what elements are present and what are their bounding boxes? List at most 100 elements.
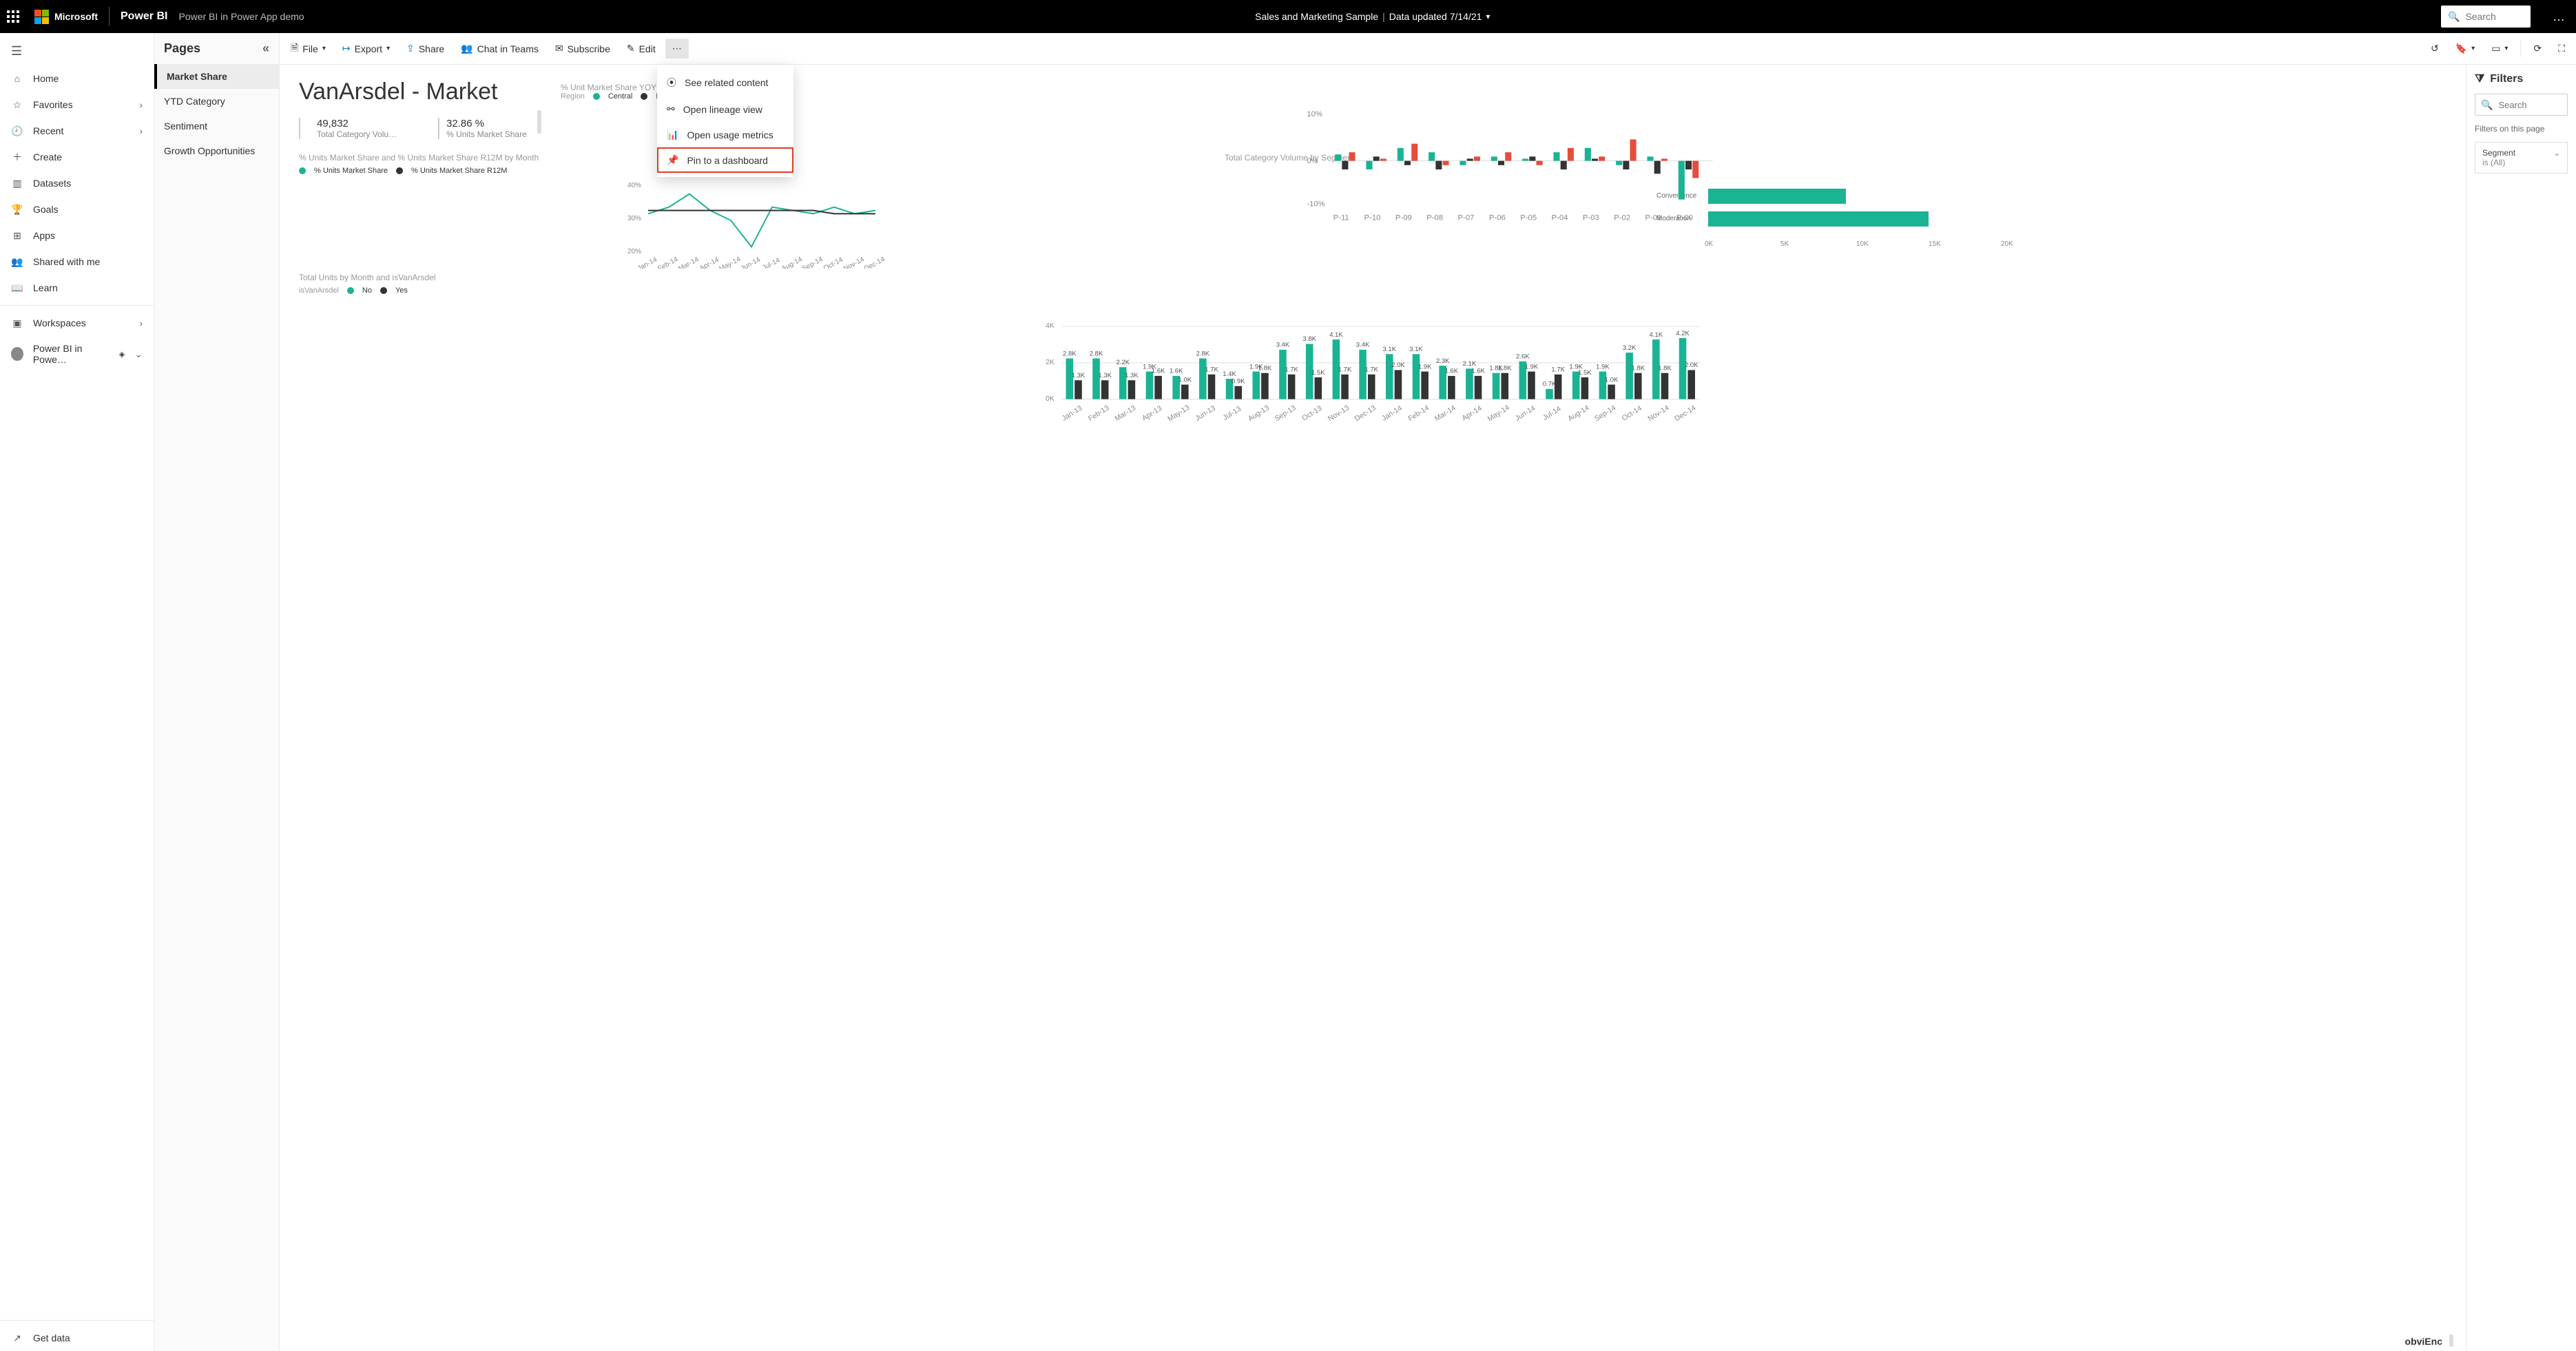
svg-text:1.3K: 1.3K xyxy=(1072,372,1086,379)
menu-pin-dashboard[interactable]: 📌Pin to a dashboard xyxy=(657,147,793,173)
menu-usage-metrics[interactable]: 📊Open usage metrics xyxy=(657,122,793,147)
svg-text:1.6K: 1.6K xyxy=(1445,368,1459,375)
nav-current-workspace[interactable]: Power BI in Powe… ◈ ⌄ xyxy=(0,336,154,372)
page-tab-market-share[interactable]: Market Share xyxy=(154,64,279,89)
svg-text:Apr-14: Apr-14 xyxy=(698,256,720,269)
svg-text:4.1K: 4.1K xyxy=(1650,331,1663,339)
export-menu[interactable]: ↦Export▾ xyxy=(335,39,397,59)
nav-goals[interactable]: 🏆Goals xyxy=(0,196,154,222)
search-icon: 🔍 xyxy=(2448,11,2460,23)
svg-text:P-06: P-06 xyxy=(1489,214,1506,222)
chat-teams-button[interactable]: 👥Chat in Teams xyxy=(454,39,546,59)
svg-text:0%: 0% xyxy=(1307,157,1318,165)
page-tab-growth[interactable]: Growth Opportunities xyxy=(154,138,279,163)
nav-learn[interactable]: 📖Learn xyxy=(0,275,154,301)
bookmark-icon: 🔖 xyxy=(2455,43,2467,54)
svg-text:P-10: P-10 xyxy=(1364,214,1381,222)
nav-get-data[interactable]: ↗Get data xyxy=(0,1325,154,1351)
menu-lineage-view[interactable]: ⚯Open lineage view xyxy=(657,96,793,122)
svg-text:1.7K: 1.7K xyxy=(1205,366,1218,374)
nav-apps[interactable]: ⊞Apps xyxy=(0,222,154,249)
nav-recent[interactable]: 🕘Recent› xyxy=(0,118,154,144)
svg-text:1.7K: 1.7K xyxy=(1338,366,1352,374)
filters-section-label: Filters on this page xyxy=(2475,124,2568,134)
hamburger-icon[interactable]: ☰ xyxy=(0,37,154,65)
svg-text:3.1K: 3.1K xyxy=(1383,346,1397,353)
arrow-right-icon: ↗ xyxy=(11,1332,23,1344)
svg-text:Oct-14: Oct-14 xyxy=(822,256,844,269)
fullscreen-button[interactable]: ⛶ xyxy=(2551,39,2572,59)
svg-text:Jun-14: Jun-14 xyxy=(1514,404,1537,423)
page-tab-sentiment[interactable]: Sentiment xyxy=(154,114,279,138)
lineage-icon: ⚯ xyxy=(667,103,675,115)
bookmark-button[interactable]: 🔖▾ xyxy=(2449,39,2482,59)
filters-search-input[interactable] xyxy=(2498,100,2562,110)
app-launcher-icon[interactable] xyxy=(7,10,19,23)
filters-search[interactable]: 🔍 xyxy=(2475,94,2568,116)
data-updated-label[interactable]: Data updated 7/14/21 xyxy=(1389,11,1482,22)
workspace-breadcrumb[interactable]: Power BI in Power App demo xyxy=(178,11,304,22)
refresh-button[interactable]: ⟳ xyxy=(2526,39,2548,59)
nav-datasets[interactable]: ▥Datasets xyxy=(0,170,154,196)
svg-text:20K: 20K xyxy=(2001,240,2013,248)
svg-text:Sep-13: Sep-13 xyxy=(1274,404,1298,423)
workspace-avatar-icon xyxy=(11,347,23,361)
nav-workspaces[interactable]: ▣Workspaces› xyxy=(0,310,154,336)
svg-text:2.1K: 2.1K xyxy=(1463,360,1477,368)
left-nav: ☰ ⌂Home ☆Favorites› 🕘Recent› ＋Create ▥Da… xyxy=(0,33,154,1351)
svg-text:1.0K: 1.0K xyxy=(1178,376,1192,384)
report-canvas: VanArsdel - Market 49,832 Total Category… xyxy=(280,65,2466,1351)
refresh-icon: ⟳ xyxy=(2533,43,2542,54)
chevron-down-icon: ▾ xyxy=(2504,45,2508,52)
kpi-total-volume[interactable]: 49,832 Total Category Volu… xyxy=(310,118,397,139)
svg-text:Oct-13: Oct-13 xyxy=(1300,404,1323,423)
svg-text:Mar-14: Mar-14 xyxy=(677,255,700,269)
book-icon: 📖 xyxy=(11,282,23,294)
product-name[interactable]: Power BI xyxy=(121,10,167,23)
collapse-pane-icon[interactable]: « xyxy=(262,41,269,56)
plus-icon: ＋ xyxy=(11,151,23,163)
edit-button[interactable]: ✎Edit xyxy=(620,39,663,59)
more-options-button[interactable]: ⋯ xyxy=(665,39,689,59)
visual-resize-handle[interactable] xyxy=(537,110,541,134)
share-icon: ⇪ xyxy=(406,43,415,54)
view-mode-button[interactable]: ▭▾ xyxy=(2484,39,2515,59)
subscribe-button[interactable]: ✉Subscribe xyxy=(548,39,617,59)
menu-related-content[interactable]: ⦿See related content xyxy=(657,69,793,96)
nav-home[interactable]: ⌂Home xyxy=(0,65,154,92)
svg-text:2.2K: 2.2K xyxy=(1116,359,1130,366)
nav-favorites[interactable]: ☆Favorites› xyxy=(0,92,154,118)
reset-button[interactable]: ↺ xyxy=(2424,39,2446,59)
filter-card-segment[interactable]: Segment is (All) ⌄ xyxy=(2475,142,2568,174)
svg-text:Aug-14: Aug-14 xyxy=(1566,404,1590,423)
global-search[interactable]: 🔍 xyxy=(2441,6,2531,28)
svg-text:Jan-13: Jan-13 xyxy=(1061,404,1084,423)
svg-text:0.9K: 0.9K xyxy=(1232,377,1245,385)
nav-shared[interactable]: 👥Shared with me xyxy=(0,249,154,275)
mail-icon: ✉ xyxy=(555,43,563,54)
nav-create[interactable]: ＋Create xyxy=(0,144,154,170)
related-icon: ⦿ xyxy=(667,76,676,90)
svg-text:2.6K: 2.6K xyxy=(1516,353,1530,361)
visual-resize-handle[interactable] xyxy=(2449,1334,2453,1347)
chevron-down-icon[interactable]: ⌄ xyxy=(2553,148,2560,158)
kpi-market-share[interactable]: 32.86 % % Units Market Share xyxy=(438,118,527,139)
svg-text:Dec-14: Dec-14 xyxy=(1673,404,1697,423)
report-title[interactable]: Sales and Marketing Sample xyxy=(1255,11,1378,22)
report-toolbar: 🗎File▾ ↦Export▾ ⇪Share 👥Chat in Teams ✉S… xyxy=(280,33,2576,65)
share-button[interactable]: ⇪Share xyxy=(399,39,451,59)
svg-text:1.7K: 1.7K xyxy=(1551,366,1565,374)
chevron-down-icon[interactable]: ▾ xyxy=(1486,12,1490,21)
chart-yoy-clustered-bar[interactable]: 10% 0% -10% P-11P-10P-09P-08P-07P-06P-05… xyxy=(561,105,2459,222)
svg-text:20%: 20% xyxy=(627,248,641,255)
pages-pane: Pages« Market Share YTD Category Sentime… xyxy=(154,33,280,1351)
brand-footer: obviEnc xyxy=(2405,1336,2442,1347)
chart-total-units[interactable]: Total Units by Month and isVanArsdel isV… xyxy=(299,273,2447,430)
page-tab-ytd[interactable]: YTD Category xyxy=(154,89,279,114)
file-menu[interactable]: 🗎File▾ xyxy=(284,36,333,61)
svg-text:P-03: P-03 xyxy=(1583,214,1599,222)
global-search-input[interactable] xyxy=(2465,11,2520,22)
header-more-button[interactable]: … xyxy=(2548,10,2569,24)
svg-text:1.3K: 1.3K xyxy=(1125,372,1139,379)
pencil-icon: ✎ xyxy=(627,43,635,54)
